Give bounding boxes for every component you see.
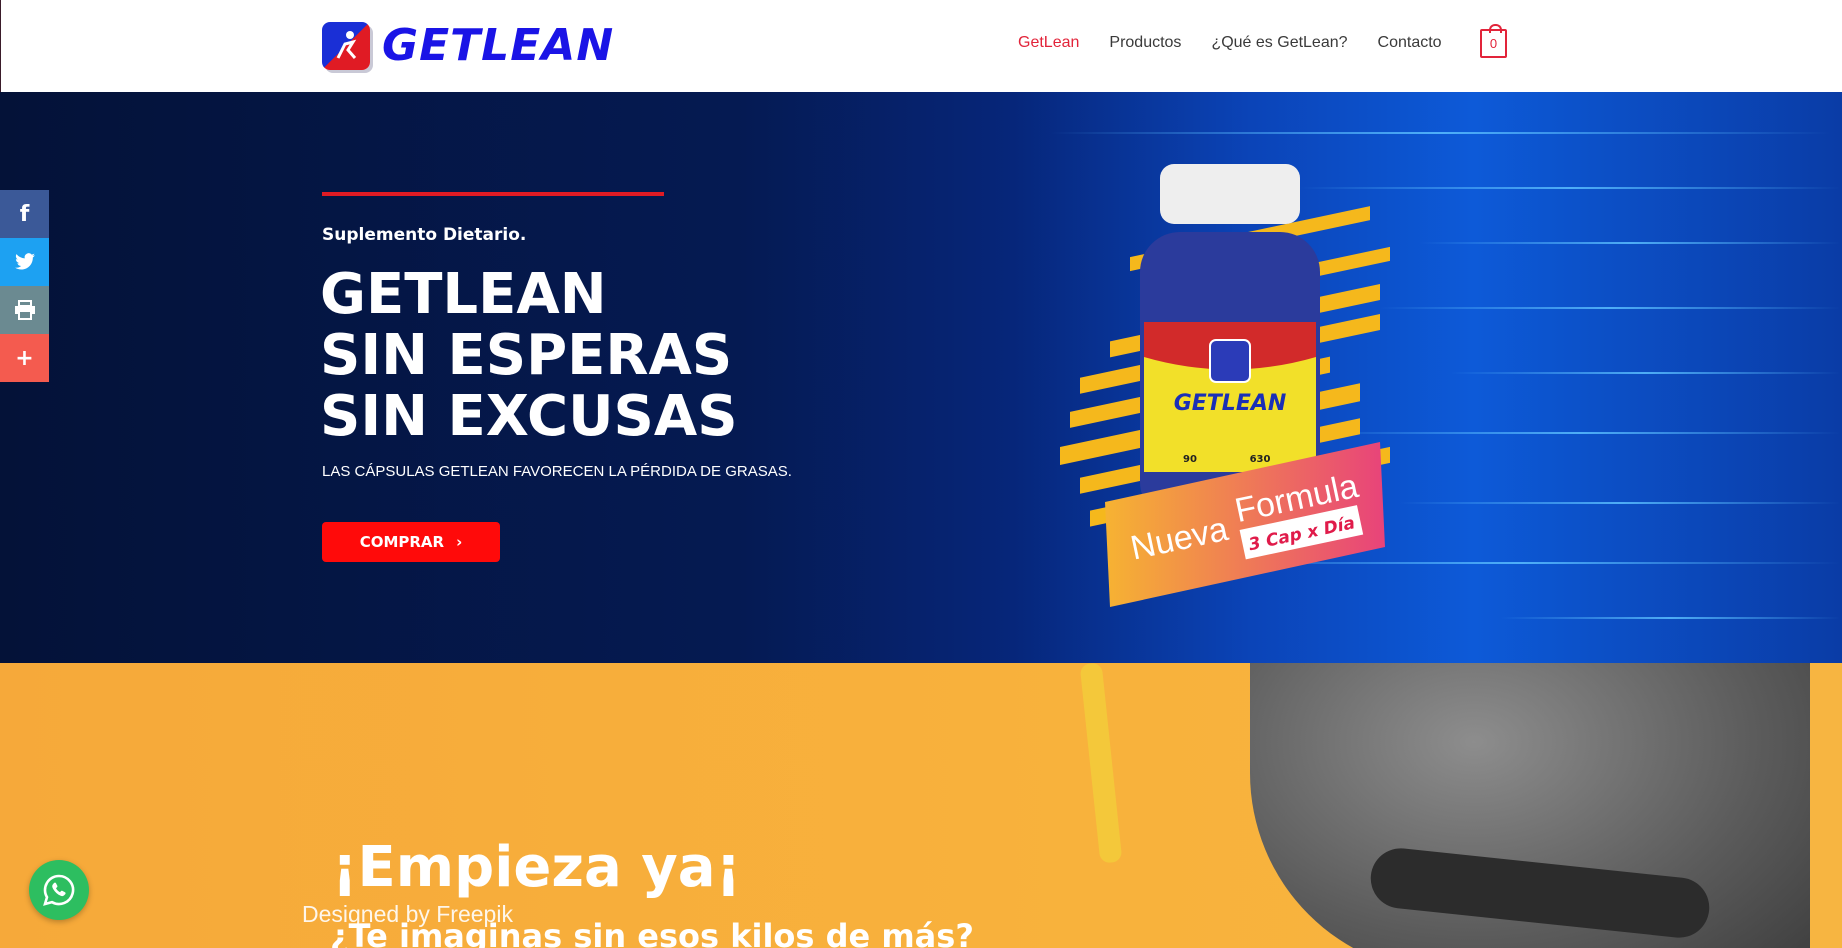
- social-share-bar: f +: [0, 190, 49, 382]
- leggings-image: [1250, 663, 1810, 948]
- light-streak: [1380, 307, 1840, 309]
- hero-divider: [322, 192, 664, 196]
- start-now-section: ¡Empieza ya¡ Designed by Freepik ¿Te ima…: [0, 663, 1842, 948]
- logo-runner-icon: [322, 21, 370, 70]
- chevron-right-icon: ›: [456, 533, 463, 551]
- print-icon[interactable]: [0, 286, 49, 334]
- whatsapp-icon[interactable]: [29, 860, 89, 920]
- section-title: ¡Empieza ya¡: [332, 835, 742, 900]
- plus-icon[interactable]: +: [0, 334, 49, 382]
- site-header: GETLEAN GetLean Productos ¿Qué es GetLea…: [0, 0, 1842, 92]
- measuring-tape-image: [1079, 663, 1123, 864]
- nav-que-es-getlean[interactable]: ¿Qué es GetLean?: [1211, 34, 1347, 52]
- bottle-mg: 630: [1250, 454, 1271, 465]
- logo[interactable]: GETLEAN: [322, 20, 614, 71]
- hero-title-line: GETLEAN: [320, 262, 607, 327]
- section-subtitle: ¿Te imaginas sin esos kilos de más?: [330, 917, 974, 948]
- bottle-count: 90: [1183, 454, 1197, 465]
- comprar-button[interactable]: COMPRAR ›: [322, 522, 500, 562]
- hero-title-line: SIN ESPERAS: [320, 323, 733, 388]
- nav-getlean[interactable]: GetLean: [1018, 34, 1079, 52]
- twitter-icon[interactable]: [0, 238, 49, 286]
- light-streak: [1050, 132, 1830, 134]
- light-streak: [1450, 372, 1840, 374]
- nav-contacto[interactable]: Contacto: [1378, 34, 1442, 52]
- product-bottle-image: GETLEAN 90 630 Nueva Formula 3 Cap x Día: [1060, 164, 1390, 607]
- main-nav: GetLean Productos ¿Qué es GetLean? Conta…: [1018, 34, 1472, 52]
- hero-kicker: Suplemento Dietario.: [322, 225, 527, 245]
- light-streak: [1500, 617, 1840, 619]
- hero-subtitle: LAS CÁPSULAS GETLEAN FAVORECEN LA PÉRDID…: [322, 463, 792, 480]
- nav-productos[interactable]: Productos: [1109, 34, 1181, 52]
- hero-title-line: SIN EXCUSAS: [320, 384, 738, 449]
- logo-text: GETLEAN: [382, 20, 615, 71]
- comprar-label: COMPRAR: [359, 533, 445, 551]
- cart-count: 0: [1489, 36, 1498, 51]
- light-streak: [1420, 242, 1840, 244]
- cart-icon[interactable]: 0: [1480, 24, 1507, 58]
- bottle-brand: GETLEAN: [1174, 391, 1287, 416]
- hero-title: GETLEAN SIN ESPERAS SIN EXCUSAS: [320, 264, 738, 447]
- facebook-icon[interactable]: f: [0, 190, 49, 238]
- hero-section: Suplemento Dietario. GETLEAN SIN ESPERAS…: [0, 92, 1842, 663]
- light-streak: [1400, 502, 1840, 504]
